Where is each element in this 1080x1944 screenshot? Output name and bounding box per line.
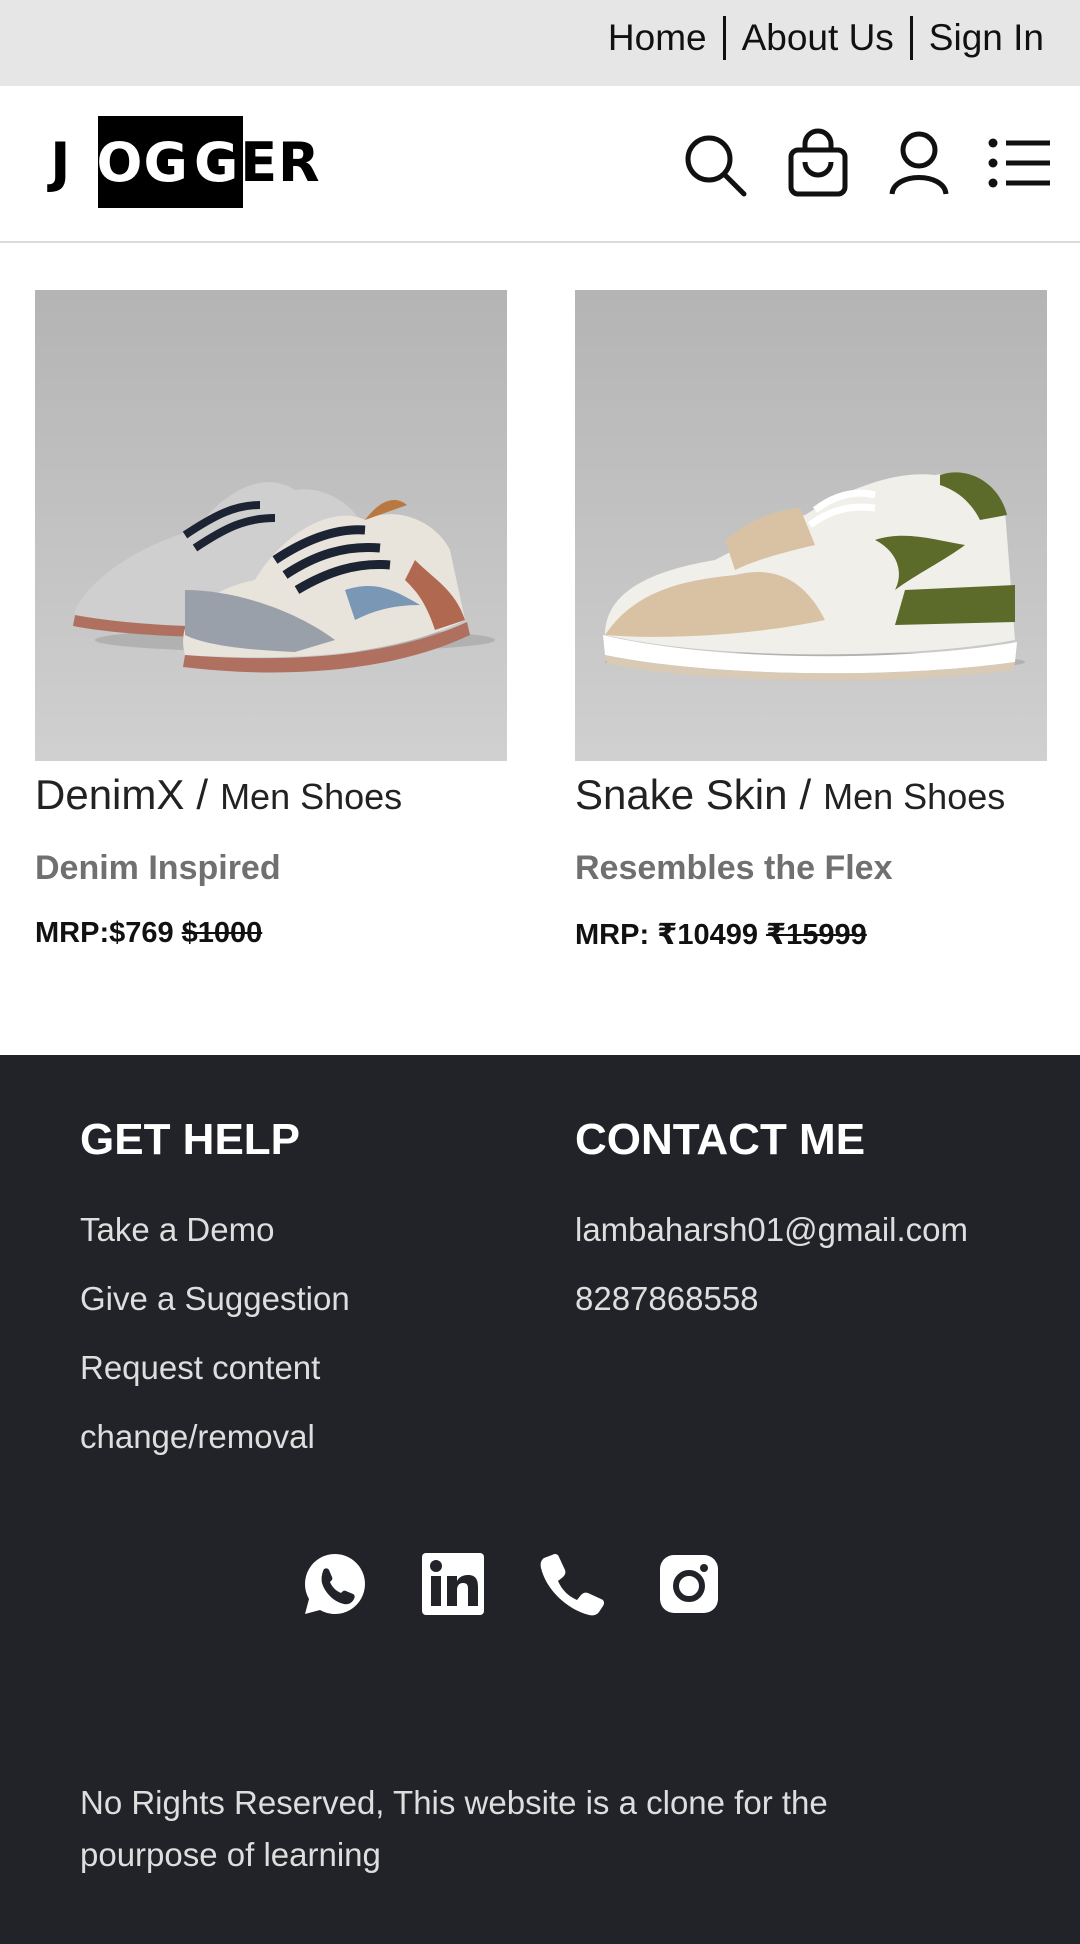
logo-wordmark: J O G G E R bbox=[50, 130, 320, 194]
title-slash: / bbox=[196, 771, 209, 818]
menu-list-icon[interactable] bbox=[984, 130, 1054, 200]
product-subtitle: Resembles the Flex bbox=[575, 849, 893, 887]
product-name: DenimX bbox=[35, 771, 185, 818]
original-price: $1000 bbox=[181, 917, 263, 949]
about-us-link[interactable]: About Us bbox=[742, 17, 894, 59]
link-divider bbox=[909, 16, 913, 60]
request-content-link[interactable]: Request content bbox=[80, 1345, 350, 1414]
product-image-denimx[interactable] bbox=[35, 290, 507, 761]
get-help-heading: GET HELP bbox=[80, 1115, 301, 1164]
current-price: MRP: ₹10499 bbox=[575, 919, 758, 951]
linkedin-icon[interactable] bbox=[420, 1551, 486, 1617]
take-demo-link[interactable]: Take a Demo bbox=[80, 1207, 350, 1276]
instagram-icon[interactable] bbox=[656, 1551, 722, 1617]
main-header: J O G G E R bbox=[0, 86, 1080, 243]
current-price: MRP:$769 bbox=[35, 917, 174, 949]
contact-email[interactable]: lambaharsh01@gmail.com bbox=[575, 1207, 968, 1276]
product-title: DenimX / Men Shoes bbox=[35, 771, 507, 827]
whatsapp-icon[interactable] bbox=[302, 1551, 368, 1617]
original-price: ₹15999 bbox=[765, 919, 867, 951]
product-category: Men Shoes bbox=[220, 776, 403, 817]
title-slash: / bbox=[799, 771, 812, 818]
top-links: Home About Us Sign In bbox=[608, 14, 1044, 62]
jogger-logo[interactable]: J O G G E R bbox=[38, 116, 320, 208]
product-card[interactable]: Snake Skin / Men Shoes Resembles the Fle… bbox=[575, 290, 1047, 957]
product-name: Snake Skin bbox=[575, 771, 788, 818]
product-price: MRP:$769 $1000 bbox=[35, 917, 507, 957]
sneaker-image bbox=[575, 290, 1047, 761]
product-card[interactable]: DenimX / Men Shoes Denim Inspired MRP:$7… bbox=[35, 290, 507, 957]
rights-notice: No Rights Reserved, This website is a cl… bbox=[80, 1784, 828, 1873]
sneaker-image bbox=[35, 290, 507, 761]
site-footer: GET HELP Take a Demo Give a Suggestion R… bbox=[0, 1055, 1080, 1944]
product-subtitle: Denim Inspired bbox=[35, 849, 281, 887]
contact-phone[interactable]: 8287868558 bbox=[575, 1276, 968, 1345]
search-icon[interactable] bbox=[680, 130, 750, 200]
user-icon[interactable] bbox=[884, 128, 954, 198]
request-content-link-cont[interactable]: change/removal bbox=[80, 1414, 350, 1483]
sign-in-link[interactable]: Sign In bbox=[929, 17, 1044, 59]
social-links bbox=[0, 1551, 1080, 1623]
contact-column: CONTACT ME lambaharsh01@gmail.com 828786… bbox=[575, 1115, 968, 1345]
give-suggestion-link[interactable]: Give a Suggestion bbox=[80, 1276, 350, 1345]
top-utility-bar: Home About Us Sign In bbox=[0, 0, 1080, 86]
get-help-column: GET HELP Take a Demo Give a Suggestion R… bbox=[80, 1115, 350, 1483]
product-price: MRP: ₹10499 ₹15999 bbox=[575, 917, 1047, 957]
product-category: Men Shoes bbox=[823, 776, 1006, 817]
shopping-bag-icon[interactable] bbox=[783, 128, 853, 198]
home-link[interactable]: Home bbox=[608, 17, 707, 59]
link-divider bbox=[722, 16, 726, 60]
contact-heading: CONTACT ME bbox=[575, 1115, 866, 1164]
product-title: Snake Skin / Men Shoes bbox=[575, 771, 1047, 827]
product-image-snake-skin[interactable] bbox=[575, 290, 1047, 761]
phone-icon[interactable] bbox=[538, 1551, 605, 1617]
